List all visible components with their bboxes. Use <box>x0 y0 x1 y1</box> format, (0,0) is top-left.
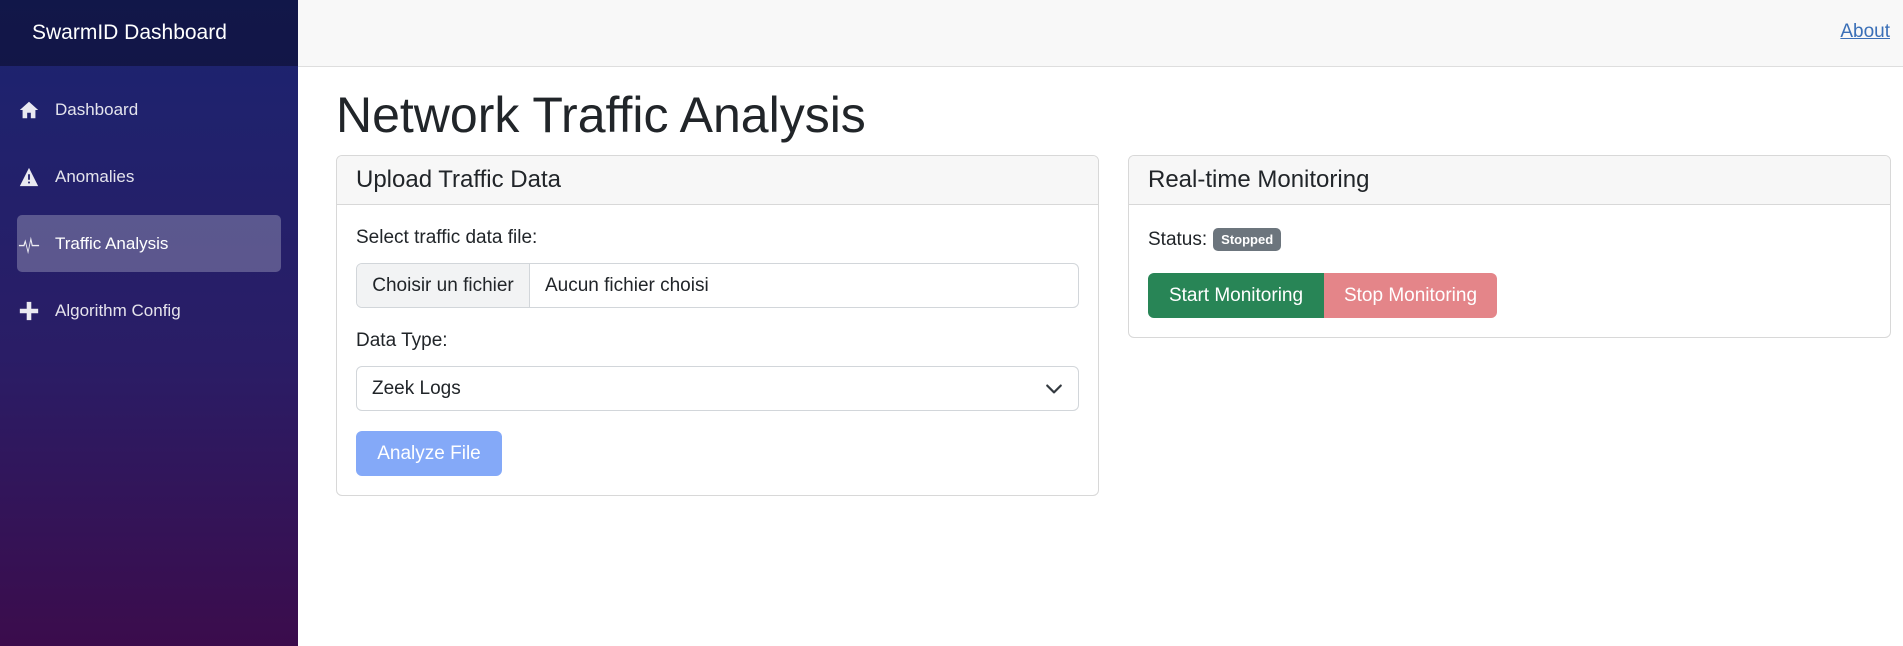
analyze-file-button[interactable]: Analyze File <box>356 431 502 476</box>
stop-monitoring-button[interactable]: Stop Monitoring <box>1324 273 1497 318</box>
file-input-label: Select traffic data file: <box>356 227 538 248</box>
upload-card-header: Upload Traffic Data <box>337 156 1098 205</box>
chevron-down-icon <box>1046 384 1062 394</box>
sidebar-item-label: Anomalies <box>55 166 135 186</box>
monitoring-card-header: Real-time Monitoring <box>1129 156 1890 205</box>
warning-icon <box>17 166 55 188</box>
data-type-value: Zeek Logs <box>372 377 461 399</box>
realtime-monitoring-card: Real-time Monitoring Status: Stopped Sta… <box>1128 155 1891 338</box>
sidebar-brand[interactable]: SwarmID Dashboard <box>0 0 298 66</box>
upload-traffic-card: Upload Traffic Data Select traffic data … <box>336 155 1099 496</box>
sidebar-item-label: Dashboard <box>55 99 139 119</box>
sidebar-item-algorithm-config[interactable]: Algorithm Config <box>17 282 281 339</box>
sidebar-item-label: Traffic Analysis <box>55 233 169 253</box>
page-title: Network Traffic Analysis <box>336 87 866 143</box>
sidebar: SwarmID Dashboard Dashboard Anomalies Tr… <box>0 0 298 646</box>
top-navbar: About <box>298 0 1903 67</box>
home-icon <box>17 99 55 121</box>
plus-icon <box>17 300 55 322</box>
sidebar-item-anomalies[interactable]: Anomalies <box>17 148 281 205</box>
about-link[interactable]: About <box>1840 21 1890 43</box>
sidebar-item-traffic-analysis[interactable]: Traffic Analysis <box>17 215 281 272</box>
monitoring-button-group: Start Monitoring Stop Monitoring <box>1148 273 1497 318</box>
start-monitoring-button[interactable]: Start Monitoring <box>1148 273 1324 318</box>
activity-icon <box>17 233 55 255</box>
sidebar-item-dashboard[interactable]: Dashboard <box>17 81 281 138</box>
status-badge: Stopped <box>1213 228 1282 251</box>
sidebar-nav: Dashboard Anomalies Traffic Analysis Alg… <box>0 66 298 339</box>
sidebar-item-label: Algorithm Config <box>55 300 181 320</box>
file-name-text: Aucun fichier choisi <box>545 274 709 296</box>
status-label: Status: <box>1148 228 1208 250</box>
data-type-select[interactable]: Zeek Logs <box>356 366 1079 411</box>
choose-file-button[interactable]: Choisir un fichier <box>357 264 530 307</box>
file-input[interactable]: Choisir un fichier Aucun fichier choisi <box>356 263 1079 308</box>
status-row: Status: Stopped <box>1148 228 1282 251</box>
data-type-label: Data Type: <box>356 330 448 351</box>
